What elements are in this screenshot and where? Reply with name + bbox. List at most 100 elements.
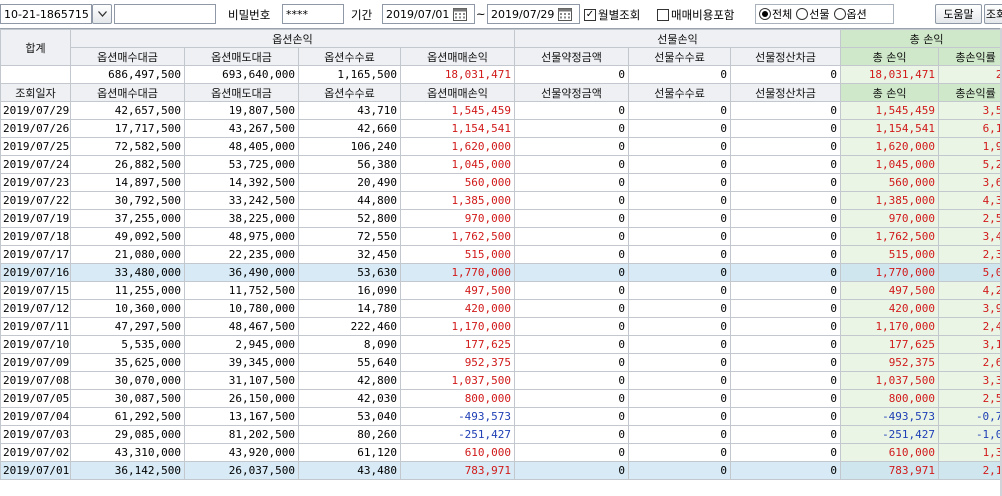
value-cell: 72,550 (298, 227, 401, 246)
table-row[interactable]: 2019/07/11 47,297,500 48,467,500 222,460 1,1… (0, 317, 1002, 336)
column-header: 옵션매수대금 (70, 47, 185, 66)
value-cell: 6,12 (938, 119, 1002, 138)
table-row[interactable]: 2019/07/08 30,070,000 31,107,500 42,800 1,03… (0, 371, 1002, 390)
date-cell: 2019/07/08 (0, 371, 71, 390)
column-header[interactable]: 선물약정금액 (514, 83, 630, 102)
radio-options[interactable]: 옵션 (833, 6, 867, 22)
table-row[interactable]: 2019/07/10 5,535,000 2,945,000 8,090 177,625… (0, 335, 1002, 354)
value-cell: 36,142,500 (70, 461, 185, 480)
value-cell: 0 (730, 137, 842, 156)
calendar-icon[interactable] (452, 6, 468, 22)
column-header[interactable]: 선물정산차금 (730, 83, 842, 102)
value-cell: 0 (514, 209, 630, 228)
value-cell: 420,000 (840, 299, 940, 318)
table-row[interactable]: 2019/07/09 35,625,000 39,345,000 55,640 952,… (0, 353, 1002, 372)
value-cell: 1,045,000 (399, 155, 516, 174)
column-header[interactable]: 옵션수수료 (298, 83, 401, 102)
table-row[interactable]: 2019/07/05 30,087,500 26,150,000 42,030 800,… (0, 389, 1002, 408)
value-cell: 43,920,000 (184, 443, 299, 462)
value-cell: 13,167,500 (184, 407, 299, 426)
password-input[interactable]: **** (282, 4, 344, 24)
table-row[interactable]: 2019/07/12 10,360,000 10,780,000 14,780 420,… (0, 299, 1002, 318)
value-cell: 29,085,000 (70, 425, 185, 444)
value-cell: 36,490,000 (184, 263, 299, 282)
table-row[interactable]: 2019/07/18 49,092,500 48,975,000 72,550 1,76… (0, 227, 1002, 246)
table-row[interactable]: 2019/07/24 26,882,500 53,725,000 56,380 1,04… (0, 155, 1002, 174)
column-header[interactable]: 옵션매매손익 (399, 83, 516, 102)
column-header[interactable]: 조회일자 (0, 83, 71, 102)
value-cell: 0 (730, 317, 842, 336)
help-button[interactable]: 도움말 (935, 4, 982, 24)
query-button[interactable]: 조회 (984, 4, 1002, 24)
value-cell: 0 (514, 191, 630, 210)
value-cell: 0 (628, 353, 732, 372)
column-header[interactable]: 옵션매도대금 (184, 83, 299, 102)
value-cell: 0 (628, 281, 732, 300)
monthly-checkbox[interactable]: ✓ 월별조회 (584, 7, 640, 23)
table-row[interactable]: 2019/07/19 37,255,000 38,225,000 52,800 970,… (0, 209, 1002, 228)
value-cell: 497,500 (840, 281, 940, 300)
account-name-field[interactable] (114, 4, 216, 24)
value-cell: 26,882,500 (70, 155, 185, 174)
results-table: 합계 옵션손익 선물손익 총 손익 옵션매수대금 옵션매도대금 옵션수수료 옵션… (0, 29, 1002, 480)
value-cell: 0 (514, 371, 630, 390)
value-cell: -251,427 (399, 425, 516, 444)
summary-cell: 2, (938, 65, 1002, 84)
table-row[interactable]: 2019/07/23 14,897,500 14,392,500 20,490 560,… (0, 173, 1002, 192)
value-cell: 0 (514, 155, 630, 174)
value-cell: 48,467,500 (184, 317, 299, 336)
calendar-icon[interactable] (557, 6, 573, 22)
date-to-input[interactable]: 2019/07/29 (487, 4, 580, 24)
value-cell: 3,90 (938, 299, 1002, 318)
value-cell: 3,50 (938, 101, 1002, 120)
value-cell: 55,640 (298, 353, 401, 372)
value-cell: 20,490 (298, 173, 401, 192)
table-row[interactable]: 2019/07/03 29,085,000 81,202,500 80,260 -251… (0, 425, 1002, 444)
table-row[interactable]: 2019/07/29 42,657,500 19,807,500 43,710 1,54… (0, 101, 1002, 120)
table-row[interactable]: 2019/07/01 36,142,500 26,037,500 43,480 783,… (0, 461, 1002, 480)
value-cell: 0 (730, 389, 842, 408)
value-cell: 14,780 (298, 299, 401, 318)
value-cell: 35,625,000 (70, 353, 185, 372)
table-row[interactable]: 2019/07/26 17,717,500 43,267,500 42,660 1,15… (0, 119, 1002, 138)
table-row[interactable]: 2019/07/22 30,792,500 33,242,500 44,800 1,38… (0, 191, 1002, 210)
value-cell: 0 (628, 389, 732, 408)
table-row[interactable]: 2019/07/17 21,080,000 22,235,000 32,450 515,… (0, 245, 1002, 264)
date-from-input[interactable]: 2019/07/01 (382, 4, 475, 24)
account-select[interactable]: 10-21-1865715 (0, 4, 92, 24)
column-header[interactable]: 선물수수료 (628, 83, 732, 102)
value-cell: 10,360,000 (70, 299, 185, 318)
summary-cell: 0 (730, 65, 842, 84)
value-cell: -493,573 (399, 407, 516, 426)
date-cell: 2019/07/01 (0, 461, 71, 480)
value-cell: 952,375 (840, 353, 940, 372)
value-cell: 1,770,000 (399, 263, 516, 282)
account-dropdown-button[interactable] (92, 4, 112, 24)
table-row[interactable]: 2019/07/02 43,310,000 43,920,000 61,120 610,… (0, 443, 1002, 462)
column-header[interactable]: 총 손익 (840, 83, 940, 102)
value-cell: 2,945,000 (184, 335, 299, 354)
value-cell: 1,545,459 (399, 101, 516, 120)
value-cell: 37,255,000 (70, 209, 185, 228)
value-cell: 72,582,500 (70, 137, 185, 156)
radio-futures[interactable]: 선물 (796, 6, 830, 22)
value-cell: 39,345,000 (184, 353, 299, 372)
radio-all[interactable]: 전체 (759, 6, 792, 22)
column-header[interactable]: 옵션매수대금 (70, 83, 185, 102)
value-cell: 56,380 (298, 155, 401, 174)
value-cell: 10,780,000 (184, 299, 299, 318)
value-cell: 49,092,500 (70, 227, 185, 246)
table-row[interactable]: 2019/07/04 61,292,500 13,167,500 53,040 -493… (0, 407, 1002, 426)
column-header[interactable]: 총손익률 (938, 83, 1002, 102)
value-cell: 1,154,541 (840, 119, 940, 138)
date-cell: 2019/07/19 (0, 209, 71, 228)
date-cell: 2019/07/22 (0, 191, 71, 210)
group-total-header: 총 손익 (840, 29, 1002, 48)
include-fee-checkbox[interactable]: 매매비용포함 (657, 7, 734, 23)
table-row[interactable]: 2019/07/25 72,582,500 48,405,000 106,240 1,6… (0, 137, 1002, 156)
value-cell: 0 (514, 299, 630, 318)
table-row[interactable]: 2019/07/16 33,480,000 36,490,000 53,630 1,77… (0, 263, 1002, 282)
summary-cell: 18,031,471 (399, 65, 516, 84)
table-row[interactable]: 2019/07/15 11,255,000 11,752,500 16,090 497,… (0, 281, 1002, 300)
value-cell: 0 (628, 119, 732, 138)
